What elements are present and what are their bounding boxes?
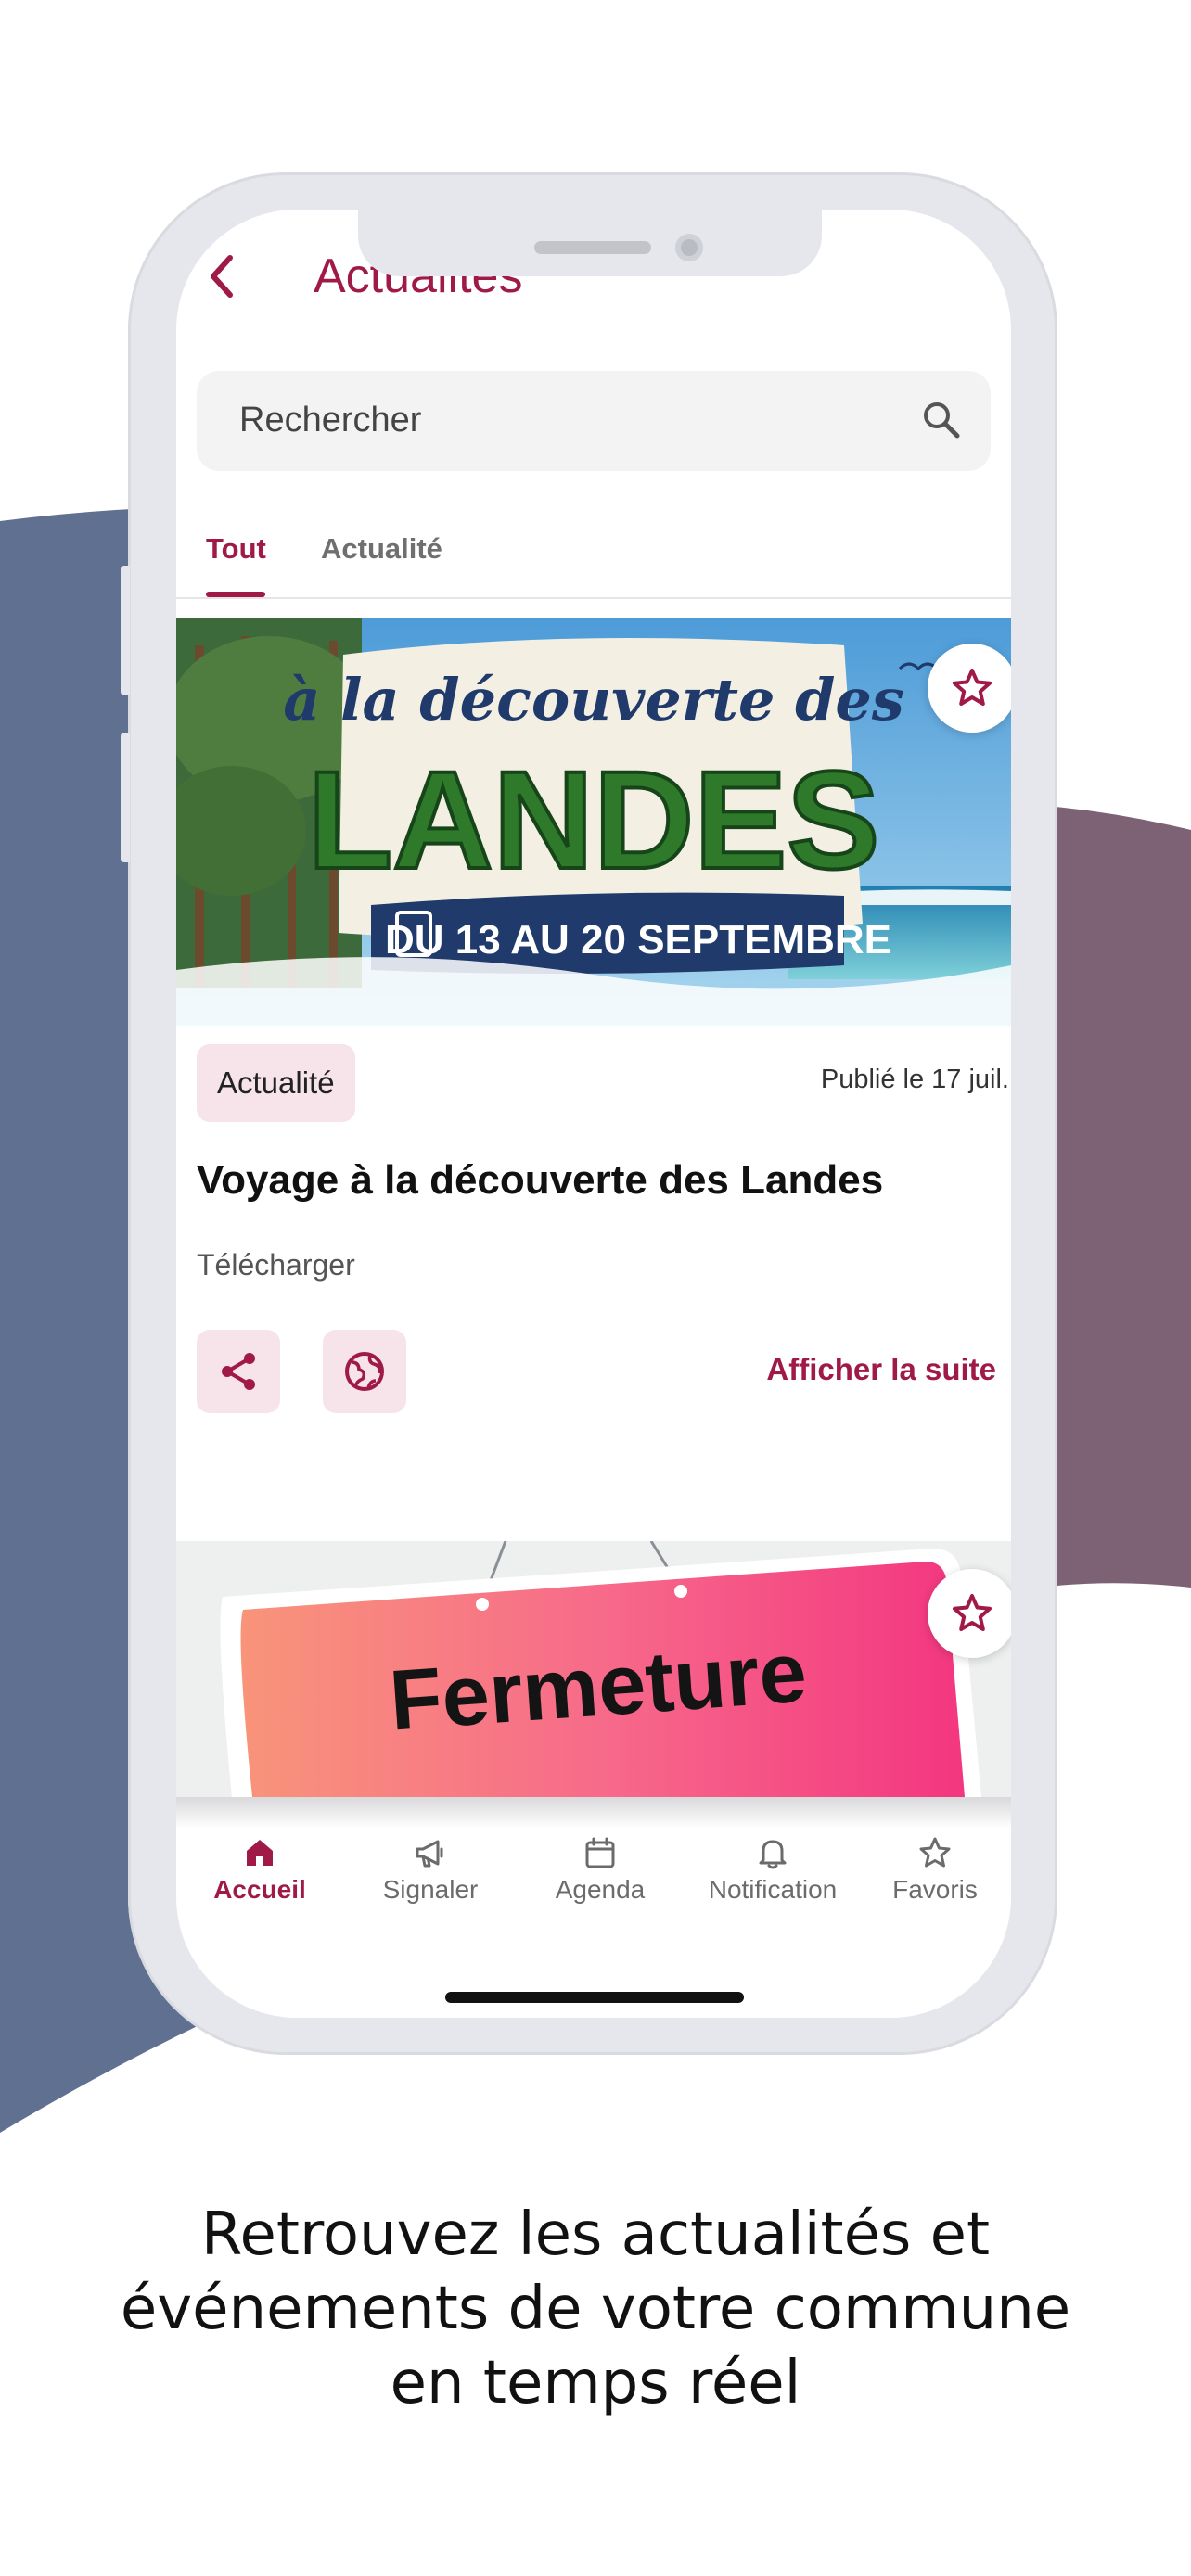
bell-icon — [759, 1840, 787, 1869]
landes-poster-image: à la découverte des LANDES DU 13 AU 20 S… — [176, 618, 1011, 1026]
nav-label: Signaler — [382, 1875, 479, 1904]
phone-side-button — [121, 566, 130, 695]
search-icon[interactable] — [920, 399, 963, 441]
globe-icon — [345, 1352, 384, 1391]
phone-side-button — [121, 733, 130, 862]
poster-line3: DU 13 AU 20 SEPTEMBRE — [385, 917, 891, 963]
nav-label: Accueil — [213, 1875, 306, 1904]
nav-item-favoris[interactable]: Favoris — [852, 1829, 1011, 1905]
news-card-title[interactable]: Voyage à la découverte des Landes — [197, 1157, 883, 1204]
phone-speaker — [534, 241, 651, 254]
nav-label: Notification — [708, 1875, 838, 1904]
nav-label: Favoris — [892, 1875, 978, 1904]
chevron-left-icon — [211, 255, 233, 298]
news-card-image[interactable]: à la découverte des LANDES DU 13 AU 20 S… — [176, 618, 1011, 1026]
tabbar-divider — [176, 1797, 1011, 1829]
active-tab-indicator — [206, 592, 265, 597]
promo-caption: Retrouvez les actualités et événements d… — [0, 2198, 1191, 2420]
tab-all[interactable]: Tout — [206, 532, 266, 566]
share-button[interactable] — [197, 1330, 280, 1413]
bottom-navigation: Accueil Signaler Agenda Notification Fav… — [176, 1829, 1011, 1940]
caption-line: événements de votre commune — [120, 2275, 1071, 2343]
back-button[interactable] — [202, 249, 239, 304]
filter-tabs: Tout Actualité — [176, 525, 1011, 599]
search-placeholder: Rechercher — [239, 401, 422, 440]
website-button[interactable] — [323, 1330, 406, 1413]
nav-item-signaler[interactable]: Signaler — [347, 1829, 514, 1905]
search-input[interactable]: Rechercher — [197, 371, 991, 471]
tab-news[interactable]: Actualité — [321, 532, 442, 566]
read-more-link[interactable]: Afficher la suite — [766, 1352, 996, 1387]
calendar-icon — [585, 1837, 615, 1868]
fermeture-sign-image: Fermeture — [176, 1541, 1011, 1797]
nav-label: Agenda — [555, 1875, 646, 1904]
news-card-image[interactable]: Fermeture — [176, 1541, 1011, 1797]
phone-camera — [675, 234, 703, 261]
download-link[interactable]: Télécharger — [197, 1248, 355, 1282]
nav-item-notification[interactable]: Notification — [689, 1829, 856, 1905]
star-icon — [953, 669, 992, 706]
star-icon — [919, 1837, 951, 1868]
phone-screen: Actualites Rechercher Tout Actualité à l… — [176, 210, 1011, 2018]
share-icon — [222, 1353, 255, 1390]
favorite-button[interactable] — [928, 644, 1011, 733]
megaphone-icon — [416, 1840, 443, 1868]
poster-line2: LANDES — [308, 742, 880, 898]
home-indicator[interactable] — [445, 1992, 744, 2003]
caption-line: en temps réel — [390, 2349, 801, 2417]
home-icon — [247, 1840, 273, 1866]
favorite-button[interactable] — [928, 1569, 1011, 1658]
star-icon — [953, 1594, 992, 1631]
nav-item-agenda[interactable]: Agenda — [517, 1829, 684, 1905]
publish-date: Publié le 17 juil. — [820, 1065, 1009, 1094]
phone-notch — [358, 210, 822, 276]
nav-item-accueil[interactable]: Accueil — [176, 1829, 343, 1905]
category-badge: Actualité — [197, 1044, 355, 1122]
caption-line: Retrouvez les actualités et — [200, 2200, 991, 2269]
poster-line1: à la découverte des — [283, 666, 904, 733]
